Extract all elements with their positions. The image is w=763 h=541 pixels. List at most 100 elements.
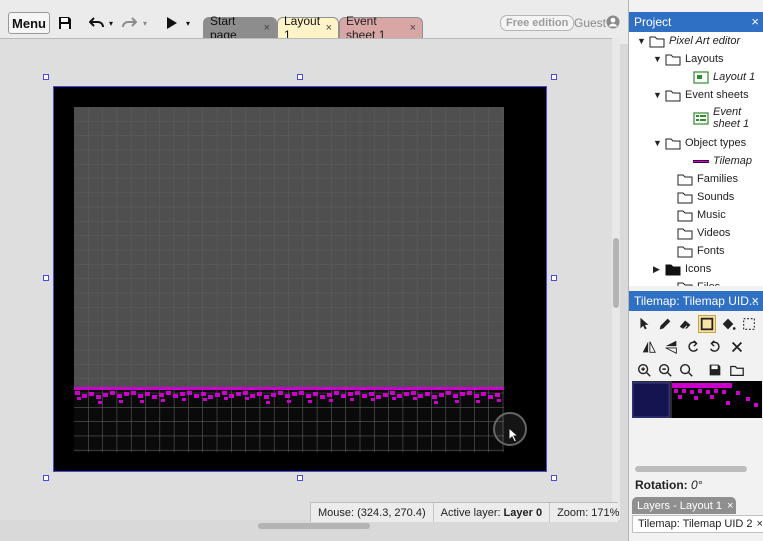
preview-button[interactable] (164, 12, 180, 34)
tilemap-grid[interactable] (74, 107, 504, 452)
tree-item[interactable]: Sounds (665, 188, 734, 206)
tile (320, 395, 325, 399)
vertical-scroll-thumb[interactable] (613, 238, 619, 308)
eraser-tool[interactable] (677, 315, 695, 333)
save-button[interactable] (56, 12, 74, 34)
save-tiles-icon (709, 364, 721, 376)
close-icon[interactable]: × (410, 22, 416, 34)
tile (481, 392, 486, 396)
zoom-out-tool[interactable] (656, 361, 674, 379)
tree-item[interactable]: Music (665, 206, 726, 224)
tree-item[interactable]: ▼ Event sheets (653, 86, 749, 104)
tree-item-label: Sounds (697, 191, 735, 203)
folder-icon (677, 191, 693, 204)
tree-item[interactable]: Tilemap (681, 152, 752, 170)
tileset-preview[interactable] (632, 381, 762, 418)
tile (75, 391, 80, 395)
undo-button[interactable] (88, 12, 106, 34)
expand-arrow-icon[interactable]: ▼ (637, 36, 649, 46)
resize-handle-right[interactable] (551, 275, 557, 281)
preview-dropdown-icon[interactable]: ▾ (184, 12, 192, 34)
free-edition-badge[interactable]: Free edition (500, 15, 575, 31)
rotate-cw-tool[interactable] (706, 338, 724, 356)
open-folder-tool[interactable] (728, 361, 746, 379)
close-icon[interactable]: × (751, 293, 759, 308)
project-tree: ▼ Pixel Art editor ▼ Layouts Layout 1 ▼ Event … (629, 32, 763, 286)
clear-tool[interactable] (728, 338, 746, 356)
expand-arrow-icon[interactable]: ▼ (653, 138, 665, 148)
user-avatar-icon[interactable] (606, 15, 620, 29)
tile (446, 391, 451, 395)
horizontal-scroll-thumb[interactable] (258, 523, 370, 529)
redo-dropdown-icon[interactable]: ▾ (141, 12, 149, 34)
tile (460, 392, 465, 396)
resize-handle-bottom[interactable] (297, 475, 303, 481)
eraser-icon (679, 320, 691, 329)
tile (369, 392, 374, 396)
tile (222, 391, 227, 395)
resize-handle-top-right[interactable] (551, 74, 557, 80)
tilemap-panel-title: Tilemap: Tilemap UID... (634, 294, 759, 308)
tile (329, 399, 333, 402)
zoom-out-icon (658, 363, 672, 377)
close-icon[interactable]: × (727, 500, 733, 512)
menu-button[interactable]: Menu (8, 12, 50, 34)
tile-palette[interactable] (632, 381, 762, 418)
tile (77, 397, 81, 400)
resize-handle-bottom-left[interactable] (43, 475, 49, 481)
expand-arrow-icon[interactable]: ▼ (653, 90, 665, 100)
guest-label[interactable]: Guest (574, 16, 606, 30)
tab-layout-1[interactable]: Layout 1 × (277, 14, 339, 42)
tree-item[interactable]: Files (665, 278, 720, 286)
tree-item[interactable]: ▼ Layouts (653, 50, 724, 68)
tree-item[interactable]: Families (665, 170, 738, 188)
resize-handle-top[interactable] (297, 74, 303, 80)
tile (308, 400, 312, 403)
project-panel-header: Project × (629, 12, 763, 32)
tree-item-label: Event sheets (685, 89, 749, 101)
resize-handle-top-left[interactable] (43, 74, 49, 80)
tilemap-viewport[interactable] (74, 107, 504, 452)
tab-tilemap[interactable]: Tilemap: Tilemap UID 2 × (632, 515, 763, 533)
tree-item[interactable]: Videos (665, 224, 730, 242)
palette-scrollbar[interactable] (635, 466, 747, 472)
redo-button[interactable] (120, 12, 138, 34)
close-icon[interactable]: × (757, 518, 763, 530)
rotate-ccw-tool[interactable] (684, 338, 702, 356)
pencil-tool[interactable] (656, 315, 674, 333)
expand-arrow-icon[interactable]: ▼ (653, 54, 665, 64)
flip-tool[interactable] (662, 338, 680, 356)
vertical-scrollbar[interactable] (612, 38, 620, 520)
zoom-in-icon (637, 363, 651, 377)
layout-editor-canvas[interactable] (0, 38, 620, 520)
tab-event-sheet-1[interactable]: Event sheet 1 × (339, 14, 423, 42)
select-rect-tool[interactable] (740, 315, 758, 333)
tree-item-label: Layout 1 (713, 71, 756, 83)
tab-layers[interactable]: Layers - Layout 1 × (632, 497, 736, 514)
tile (98, 401, 102, 404)
tree-item-label: Videos (697, 227, 731, 239)
tree-item[interactable]: Event sheet 1 (681, 104, 749, 132)
undo-dropdown-icon[interactable]: ▾ (107, 12, 115, 34)
tree-item[interactable]: Fonts (665, 242, 725, 260)
close-icon[interactable]: × (751, 14, 759, 29)
rectangle-tool[interactable] (698, 315, 716, 333)
tab-start-page[interactable]: Start page × (203, 14, 277, 42)
tile (245, 397, 249, 400)
close-icon[interactable]: × (264, 22, 270, 34)
resize-handle-left[interactable] (43, 275, 49, 281)
tree-item[interactable]: Layout 1 (681, 68, 755, 86)
layout-bounds[interactable] (53, 86, 547, 472)
collapse-arrow-icon[interactable]: ▶ (653, 264, 665, 275)
pointer-tool[interactable] (635, 315, 653, 333)
zoom-in-tool[interactable] (635, 361, 653, 379)
resize-handle-bottom-right[interactable] (551, 475, 557, 481)
fill-bucket-tool[interactable] (719, 315, 737, 333)
tree-item[interactable]: ▼ Pixel Art editor (637, 32, 740, 50)
tree-item[interactable]: ▼ Object types (653, 134, 746, 152)
close-icon[interactable]: × (326, 22, 332, 34)
save-tiles-tool[interactable] (706, 361, 724, 379)
zoom-reset-tool[interactable] (677, 361, 695, 379)
mirror-tool[interactable] (640, 338, 658, 356)
tree-item[interactable]: ▶ Icons (653, 260, 711, 278)
